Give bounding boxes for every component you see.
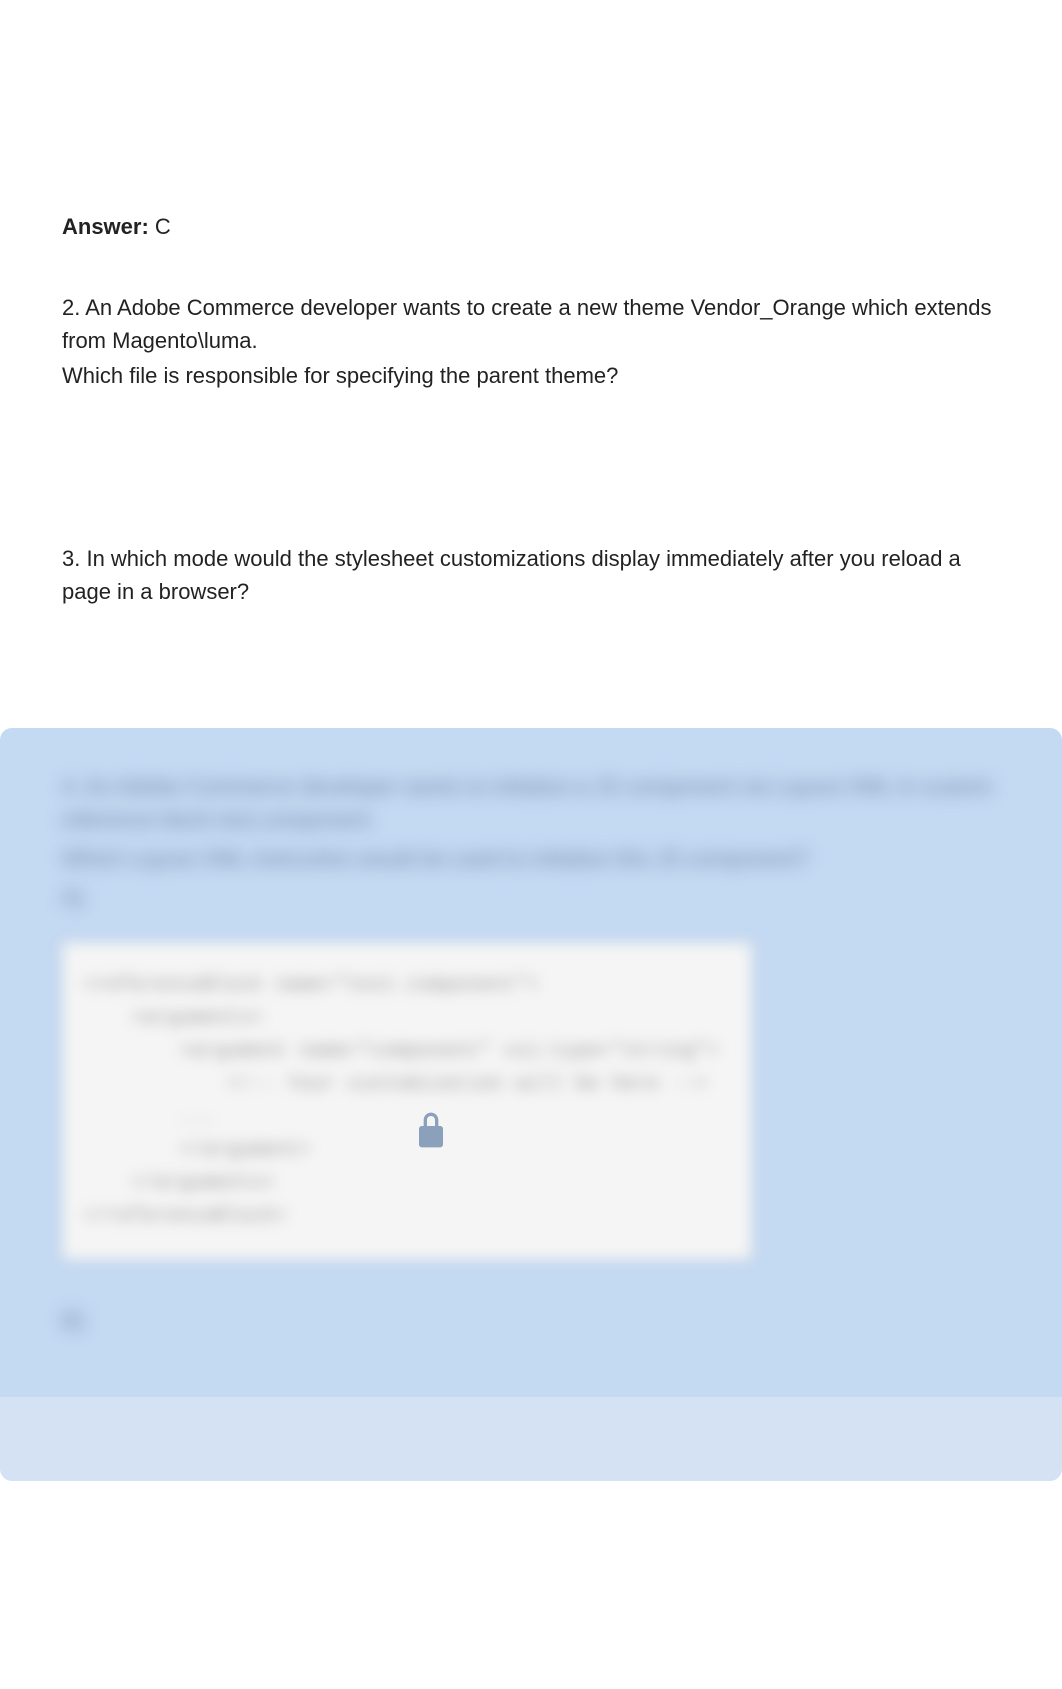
code-line-4: <!-- Your customization will be here --> bbox=[83, 1068, 731, 1101]
q2-text-2: Which file is responsible for specifying… bbox=[62, 359, 1000, 392]
q3-text-1: 3. In which mode would the stylesheet cu… bbox=[62, 542, 1000, 608]
q2-text-1: 2. An Adobe Commerce developer wants to … bbox=[62, 291, 1000, 357]
answer-value: C bbox=[149, 214, 171, 239]
question-2: 2. An Adobe Commerce developer wants to … bbox=[62, 291, 1000, 392]
code-line-2: <arguments> bbox=[83, 1002, 731, 1035]
answer-line: Answer: C bbox=[62, 210, 1000, 243]
blurred-preview-section: 4. An Adobe Commerce developer wants to … bbox=[0, 728, 1062, 1397]
blurred-option-b: B) bbox=[62, 1304, 1000, 1337]
question-3: 3. In which mode would the stylesheet cu… bbox=[62, 542, 1000, 608]
code-line-3: <argument name="component" xsi:type="str… bbox=[83, 1035, 731, 1068]
answer-label: Answer: bbox=[62, 214, 149, 239]
code-line-1: <referenceBlock name="test.component"> bbox=[83, 969, 731, 1002]
code-line-7: </arguments> bbox=[83, 1167, 731, 1200]
blurred-q4-line2: Which Layout XML instruction would be us… bbox=[62, 842, 1000, 875]
lock-icon bbox=[415, 1110, 447, 1150]
blurred-q4-line1: 4. An Adobe Commerce developer wants to … bbox=[62, 770, 1000, 836]
blurred-option-a: A) bbox=[62, 881, 1000, 914]
bottom-strip bbox=[0, 1387, 1062, 1481]
bottom-spacer bbox=[0, 1481, 1062, 1559]
code-line-5: ... bbox=[83, 1101, 731, 1134]
blurred-code-box: <referenceBlock name="test.component"> <… bbox=[62, 942, 752, 1260]
code-line-6: </argument> bbox=[83, 1134, 731, 1167]
code-line-8: </referenceBlock> bbox=[83, 1200, 731, 1233]
